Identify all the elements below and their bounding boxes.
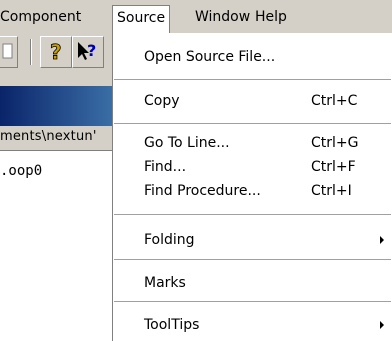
menu-separator — [114, 123, 391, 124]
menu-item-find[interactable]: Find... Ctrl+F — [113, 155, 392, 179]
menu-item-label: Folding — [144, 232, 195, 248]
menu-bar: Component Source Window Help — [0, 0, 392, 34]
code-line: .oop0 — [0, 163, 43, 179]
menu-source-label: Source — [117, 10, 166, 26]
toolbar-separator — [30, 39, 32, 65]
whats-this-button[interactable]: ? — [72, 36, 104, 68]
menu-item-label: Find Procedure... — [144, 183, 261, 199]
menu-item-label: Open Source File... — [144, 49, 276, 65]
document-icon — [2, 43, 13, 59]
submenu-arrow-icon — [380, 236, 384, 244]
menu-window[interactable]: Window — [191, 5, 254, 29]
menu-component-label: Component — [0, 9, 82, 25]
file-path-bar: ments\nextun' — [0, 126, 112, 151]
menu-item-go-to-line[interactable]: Go To Line... Ctrl+G — [113, 131, 392, 155]
menu-item-find-procedure[interactable]: Find Procedure... Ctrl+I — [113, 179, 392, 203]
source-menu-dropdown: Open Source File... Copy Ctrl+C Go To Li… — [112, 33, 392, 341]
svg-text:?: ? — [50, 40, 62, 64]
menu-item-folding[interactable]: Folding — [113, 228, 392, 252]
code-editor[interactable]: .oop0 — [0, 151, 112, 341]
menu-component[interactable]: Component — [0, 5, 85, 29]
menu-item-shortcut: Ctrl+I — [311, 183, 352, 199]
menu-item-label: Find... — [144, 159, 187, 175]
menu-help[interactable]: Help — [251, 5, 291, 29]
toolbar-button-partial[interactable] — [0, 36, 18, 68]
menu-item-label: Marks — [144, 275, 186, 291]
menu-item-label: Go To Line... — [144, 135, 230, 151]
menu-item-tooltips[interactable]: ToolTips — [113, 313, 392, 337]
help-button[interactable]: ? — [40, 36, 72, 68]
svg-text:?: ? — [87, 41, 96, 60]
menu-help-label: Help — [255, 9, 287, 25]
submenu-arrow-icon — [380, 321, 384, 329]
menu-item-shortcut: Ctrl+F — [311, 159, 356, 175]
menu-separator — [114, 259, 391, 260]
menu-item-shortcut: Ctrl+C — [311, 93, 358, 109]
menu-separator — [114, 301, 391, 302]
toolbar: ? ? — [0, 33, 112, 86]
help-icon: ? — [50, 40, 62, 65]
window-title-bar[interactable] — [0, 86, 112, 126]
menu-separator — [114, 79, 391, 80]
menu-separator — [114, 214, 391, 215]
file-path-text: ments\nextun' — [0, 129, 97, 144]
menu-source[interactable]: Source — [112, 5, 171, 34]
menu-item-label: Copy — [144, 93, 180, 109]
pointer-help-icon: ? — [78, 41, 96, 60]
menu-item-shortcut: Ctrl+G — [311, 135, 359, 151]
menu-item-open-source-file[interactable]: Open Source File... — [113, 45, 392, 69]
menu-item-label: ToolTips — [144, 317, 200, 333]
menu-window-label: Window — [195, 9, 251, 25]
menu-item-marks[interactable]: Marks — [113, 271, 392, 295]
menu-item-copy[interactable]: Copy Ctrl+C — [113, 89, 392, 113]
